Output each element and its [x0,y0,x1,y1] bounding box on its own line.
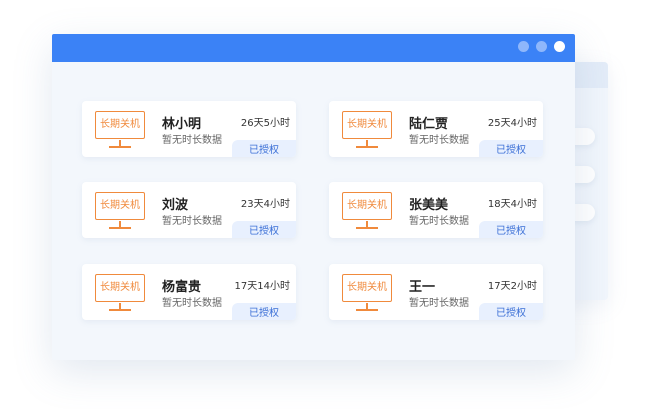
monitor-screen-label: 长期关机 [95,274,145,302]
status-badge: 已授权 [479,221,543,238]
monitor-base [356,309,378,311]
device-user-name: 张美美 [409,198,449,213]
monitor-base [109,309,131,311]
window-dot-maximize[interactable] [536,41,547,52]
status-badge: 已授权 [232,303,296,320]
status-badge: 已授权 [232,140,296,157]
status-badge: 已授权 [232,221,296,238]
window-titlebar [52,34,575,62]
monitor-screen-label: 长期关机 [95,111,145,139]
monitor-icon: 长期关机 [342,274,394,311]
device-duration: 18天4小时 [487,199,537,210]
monitor-screen-label: 长期关机 [342,111,392,139]
device-note: 暂无时长数据 [409,216,469,227]
device-duration: 17天14小时 [234,281,290,292]
app-window: 长期关机 林小明 暂无时长数据 26天5小时 已授权 长期关机 陆仁贾 暂无时长… [52,34,575,360]
monitor-base [356,227,378,229]
window-controls [518,41,565,52]
monitor-screen-label: 长期关机 [342,192,392,220]
device-note: 暂无时长数据 [162,135,222,146]
device-card[interactable]: 长期关机 张美美 暂无时长数据 18天4小时 已授权 [329,182,543,238]
device-note: 暂无时长数据 [409,135,469,146]
monitor-screen-label: 长期关机 [342,274,392,302]
monitor-base [109,146,131,148]
device-note: 暂无时长数据 [409,298,469,309]
device-card[interactable]: 长期关机 刘波 暂无时长数据 23天4小时 已授权 [82,182,296,238]
monitor-screen-label: 长期关机 [95,192,145,220]
monitor-icon: 长期关机 [342,192,394,229]
device-note: 暂无时长数据 [162,298,222,309]
device-card[interactable]: 长期关机 陆仁贾 暂无时长数据 25天4小时 已授权 [329,101,543,157]
device-card[interactable]: 长期关机 杨富贵 暂无时长数据 17天14小时 已授权 [82,264,296,320]
device-user-name: 刘波 [162,198,189,213]
monitor-icon: 长期关机 [95,274,147,311]
monitor-icon: 长期关机 [95,192,147,229]
status-badge: 已授权 [479,303,543,320]
monitor-base [356,146,378,148]
device-user-name: 陆仁贾 [409,117,449,132]
device-duration: 25天4小时 [487,118,537,129]
device-note: 暂无时长数据 [162,216,222,227]
device-user-name: 杨富贵 [162,280,202,295]
device-user-name: 林小明 [162,117,202,132]
window-dot-close[interactable] [554,41,565,52]
status-badge: 已授权 [479,140,543,157]
device-duration: 17天2小时 [487,281,537,292]
device-card[interactable]: 长期关机 林小明 暂无时长数据 26天5小时 已授权 [82,101,296,157]
monitor-icon: 长期关机 [342,111,394,148]
device-card[interactable]: 长期关机 王一 暂无时长数据 17天2小时 已授权 [329,264,543,320]
monitor-icon: 长期关机 [95,111,147,148]
device-user-name: 王一 [409,280,436,295]
window-dot-minimize[interactable] [518,41,529,52]
monitor-base [109,227,131,229]
device-duration: 26天5小时 [240,118,290,129]
device-duration: 23天4小时 [240,199,290,210]
